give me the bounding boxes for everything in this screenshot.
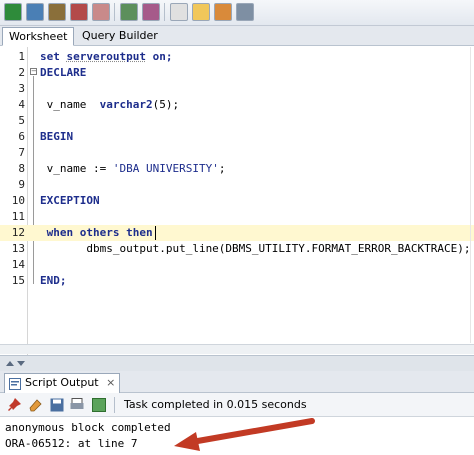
- code-text: BEGIN: [40, 130, 74, 143]
- explain-plan-icon[interactable]: [142, 3, 160, 21]
- worksheet-tabbar: Worksheet Query Builder: [0, 26, 474, 46]
- clear-icon[interactable]: [214, 3, 232, 21]
- line-number: 6: [18, 130, 25, 143]
- code-token: set: [40, 50, 67, 63]
- code-text: EXCEPTION: [40, 194, 100, 207]
- code-token: serveroutput: [66, 50, 146, 63]
- code-token: v_name :=: [40, 162, 113, 175]
- code-line: 2 DECLARE: [0, 65, 474, 81]
- code-line: 11: [0, 209, 474, 225]
- output-line: anonymous block completed: [5, 421, 171, 434]
- line-number: 8: [18, 162, 25, 175]
- code-token: (5);: [152, 98, 180, 111]
- run-script-icon[interactable]: [26, 3, 44, 21]
- code-line: 6 BEGIN: [0, 129, 474, 145]
- text-caret: [155, 226, 156, 240]
- line-number: 2: [18, 66, 25, 79]
- close-icon[interactable]: ×: [106, 376, 115, 389]
- line-number: 9: [18, 178, 25, 191]
- code-text: END;: [40, 274, 67, 287]
- code-token: ;: [218, 162, 226, 175]
- tab-script-output-label: Script Output: [25, 376, 99, 389]
- clear-output-icon[interactable]: [92, 398, 106, 412]
- code-text: DECLARE: [40, 66, 87, 79]
- sql-editor[interactable]: − 1 set serveroutput on; 2 DECLARE 3 4 v…: [0, 47, 474, 363]
- line-number: 14: [11, 258, 25, 271]
- code-text: set serveroutput on;: [40, 49, 172, 65]
- run-statement-icon[interactable]: [4, 3, 22, 21]
- eraser-icon[interactable]: [28, 398, 42, 412]
- tab-script-output[interactable]: Script Output ×: [4, 373, 121, 393]
- toolbar-separator: [114, 3, 115, 21]
- code-line: 15 END;: [0, 273, 474, 289]
- format-icon[interactable]: [192, 3, 210, 21]
- code-line: 13 dbms_output.put_line(DBMS_UTILITY.FOR…: [0, 241, 474, 257]
- toolbar-separator: [114, 397, 115, 413]
- code-text: dbms_output.put_line(DBMS_UTILITY.FORMAT…: [40, 242, 471, 255]
- code-token: varchar2: [99, 98, 153, 111]
- code-line-current: 12 when others then: [0, 225, 474, 241]
- annotation-arrow-icon: [174, 418, 315, 451]
- code-token: 'DBA UNIVERSITY': [112, 162, 219, 175]
- tab-worksheet[interactable]: Worksheet: [2, 27, 75, 46]
- script-output-icon: [9, 378, 21, 390]
- line-number: 10: [11, 194, 25, 207]
- code-text: v_name := 'DBA UNIVERSITY';: [40, 161, 226, 177]
- line-number: 11: [11, 210, 25, 223]
- code-line: 8 v_name := 'DBA UNIVERSITY';: [0, 161, 474, 177]
- line-number: 1: [18, 50, 25, 63]
- code-line: 7: [0, 145, 474, 161]
- code-token: v_name: [40, 98, 100, 111]
- save-icon[interactable]: [50, 398, 64, 412]
- code-line: 4 v_name varchar2(5);: [0, 97, 474, 113]
- line-number: 12: [11, 226, 25, 239]
- task-status: Task completed in 0.015 seconds: [124, 398, 307, 411]
- output-tabbar: Script Output ×: [0, 371, 474, 393]
- line-number: 5: [18, 114, 25, 127]
- code-line: 9: [0, 177, 474, 193]
- code-line: 1 set serveroutput on;: [0, 49, 474, 65]
- line-number: 15: [11, 274, 25, 287]
- print-icon[interactable]: [70, 398, 84, 412]
- rollback-icon[interactable]: [70, 3, 88, 21]
- line-number: 13: [11, 242, 25, 255]
- worksheet-toolbar: [0, 0, 474, 26]
- output-toolbar: Task completed in 0.015 seconds: [0, 393, 474, 417]
- commit-icon[interactable]: [48, 3, 66, 21]
- sql-tuning-icon[interactable]: [170, 3, 188, 21]
- line-number: 7: [18, 146, 25, 159]
- panel-splitter[interactable]: [0, 355, 474, 371]
- code-text: when others then: [40, 226, 153, 239]
- code-text: v_name varchar2(5);: [40, 97, 179, 113]
- splitter-arrows-icon[interactable]: [6, 359, 26, 369]
- horizontal-scrollbar[interactable]: [0, 344, 474, 354]
- code-line: 3: [0, 81, 474, 97]
- code-line: 10 EXCEPTION: [0, 193, 474, 209]
- code-line: 5: [0, 113, 474, 129]
- line-number: 4: [18, 98, 25, 111]
- line-number: 3: [18, 82, 25, 95]
- toolbar-separator: [164, 3, 165, 21]
- autotrace-icon[interactable]: [120, 3, 138, 21]
- history-icon[interactable]: [236, 3, 254, 21]
- cancel-icon[interactable]: [92, 3, 110, 21]
- code-line: 14: [0, 257, 474, 273]
- pin-icon[interactable]: [8, 398, 22, 412]
- right-margin-guide: [470, 47, 471, 343]
- output-line: ORA-06512: at line 7: [5, 437, 138, 450]
- tab-query-builder[interactable]: Query Builder: [76, 27, 164, 46]
- code-token: on;: [145, 50, 173, 63]
